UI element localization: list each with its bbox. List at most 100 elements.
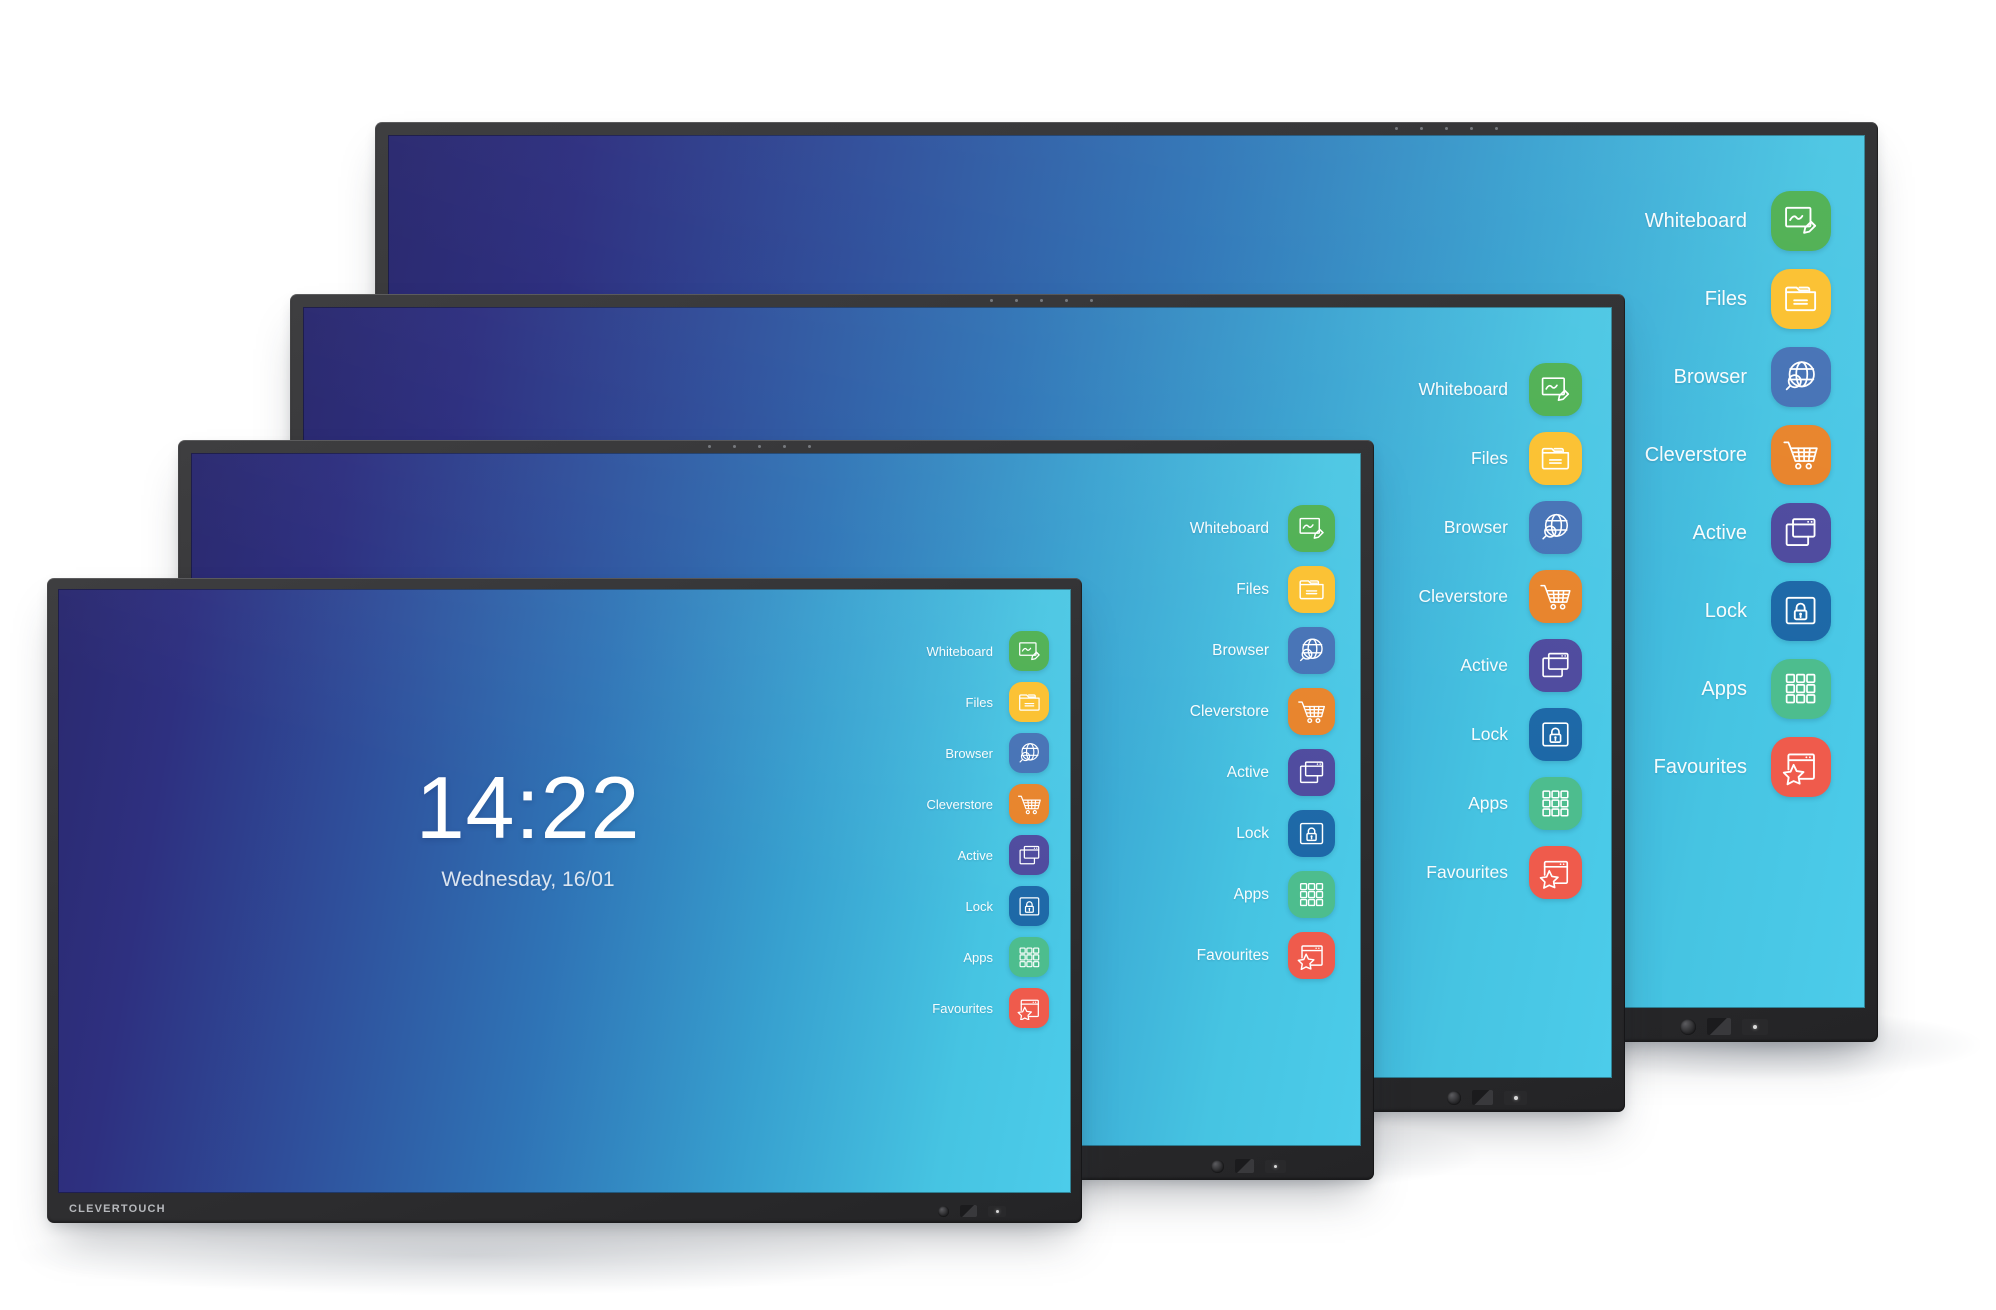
grid-apps-icon[interactable] xyxy=(1771,659,1831,719)
menu-item-lock[interactable]: Lock xyxy=(927,886,1049,926)
light-sensor-icon xyxy=(938,1205,949,1217)
menu-item-label: Apps xyxy=(1468,793,1508,813)
menu-item-files[interactable]: Files xyxy=(1419,432,1582,485)
light-sensor-icon xyxy=(1447,1090,1461,1105)
menu-item-files[interactable]: Files xyxy=(1645,269,1831,329)
power-led-icon xyxy=(995,1209,999,1213)
menu-item-cleverstore[interactable]: Cleverstore xyxy=(1190,688,1335,735)
globe-search-icon[interactable] xyxy=(1009,733,1049,773)
menu-item-browser[interactable]: Browser xyxy=(1419,501,1582,554)
menu-item-favourites[interactable]: Favourites xyxy=(927,988,1049,1028)
menu-item-active[interactable]: Active xyxy=(1190,749,1335,796)
windows-stack-icon[interactable] xyxy=(1771,503,1831,563)
menu-item-label: Favourites xyxy=(932,1000,993,1016)
menu-item-label: Favourites xyxy=(1196,946,1269,964)
menu-item-browser[interactable]: Browser xyxy=(1645,347,1831,407)
folder-icon[interactable] xyxy=(1529,432,1582,485)
menu-item-whiteboard[interactable]: Whiteboard xyxy=(927,631,1049,671)
clock-time: 14:22 xyxy=(415,758,641,857)
menu-item-favourites[interactable]: Favourites xyxy=(1645,737,1831,797)
menu-item-apps[interactable]: Apps xyxy=(1190,871,1335,918)
folder-icon[interactable] xyxy=(1771,269,1831,329)
lock-icon[interactable] xyxy=(1529,708,1582,761)
ir-receiver-icon xyxy=(1235,1159,1254,1173)
menu-item-whiteboard[interactable]: Whiteboard xyxy=(1419,363,1582,416)
power-led-icon xyxy=(1753,1024,1757,1029)
globe-search-icon[interactable] xyxy=(1529,501,1582,554)
menu-item-lock[interactable]: Lock xyxy=(1419,708,1582,761)
menu-item-active[interactable]: Active xyxy=(1419,639,1582,692)
whiteboard-icon[interactable] xyxy=(1288,505,1335,552)
menu-item-cleverstore[interactable]: Cleverstore xyxy=(1645,425,1831,485)
power-led-plate xyxy=(1504,1091,1527,1105)
menu-item-label: Browser xyxy=(1443,517,1508,537)
light-sensor-icon xyxy=(1680,1018,1696,1035)
light-sensor-icon xyxy=(1211,1159,1224,1173)
menu-item-files[interactable]: Files xyxy=(1190,566,1335,613)
menu-item-active[interactable]: Active xyxy=(927,835,1049,875)
power-led-plate xyxy=(1742,1019,1768,1035)
menu-item-favourites[interactable]: Favourites xyxy=(1419,846,1582,899)
grid-apps-icon[interactable] xyxy=(1009,937,1049,977)
lock-icon[interactable] xyxy=(1009,886,1049,926)
menu-item-browser[interactable]: Browser xyxy=(927,733,1049,773)
shopping-cart-icon[interactable] xyxy=(1771,425,1831,485)
globe-search-icon[interactable] xyxy=(1288,627,1335,674)
lock-icon[interactable] xyxy=(1771,581,1831,641)
display-front[interactable]: 14:22 Wednesday, 16/01 Whiteboard Files … xyxy=(47,578,1082,1223)
menu-item-files[interactable]: Files xyxy=(927,682,1049,722)
star-window-icon[interactable] xyxy=(1288,932,1335,979)
windows-stack-icon[interactable] xyxy=(1529,639,1582,692)
grid-apps-icon[interactable] xyxy=(1288,871,1335,918)
menu-item-cleverstore[interactable]: Cleverstore xyxy=(1419,570,1582,623)
shopping-cart-icon[interactable] xyxy=(1009,784,1049,824)
folder-icon[interactable] xyxy=(1009,682,1049,722)
shopping-cart-icon[interactable] xyxy=(1288,688,1335,735)
menu-item-active[interactable]: Active xyxy=(1645,503,1831,563)
windows-stack-icon[interactable] xyxy=(1009,835,1049,875)
folder-icon[interactable] xyxy=(1288,566,1335,613)
menu-item-label: Lock xyxy=(1236,824,1269,842)
menu-item-whiteboard[interactable]: Whiteboard xyxy=(1645,191,1831,251)
menu-item-label: Whiteboard xyxy=(1189,519,1269,537)
lockscreen-clock: 14:22 Wednesday, 16/01 xyxy=(368,764,688,892)
star-window-icon[interactable] xyxy=(1009,988,1049,1028)
grid-apps-icon[interactable] xyxy=(1529,777,1582,830)
menu-item-lock[interactable]: Lock xyxy=(1645,581,1831,641)
clock-date: Wednesday, 16/01 xyxy=(441,868,615,891)
ir-receiver-icon xyxy=(1472,1090,1493,1105)
windows-stack-icon[interactable] xyxy=(1288,749,1335,796)
screen-front[interactable]: 14:22 Wednesday, 16/01 Whiteboard Files … xyxy=(58,589,1071,1193)
power-led-plate xyxy=(988,1206,1006,1217)
menu-item-cleverstore[interactable]: Cleverstore xyxy=(927,784,1049,824)
whiteboard-icon[interactable] xyxy=(1009,631,1049,671)
menu-item-lock[interactable]: Lock xyxy=(1190,810,1335,857)
power-led-plate xyxy=(1265,1160,1286,1173)
menu-item-label: Lock xyxy=(965,898,993,914)
menu-item-label: Browser xyxy=(945,745,993,761)
bottom-sensor-cluster xyxy=(1211,1159,1286,1173)
menu-item-label: Active xyxy=(1460,655,1508,675)
menu-item-label: Cleverstore xyxy=(1189,702,1269,720)
menu-item-label: Active xyxy=(957,847,993,863)
lock-icon[interactable] xyxy=(1288,810,1335,857)
globe-search-icon[interactable] xyxy=(1771,347,1831,407)
menu-item-label: Files xyxy=(1704,287,1747,310)
menu-item-label: Active xyxy=(1692,521,1747,544)
power-led-icon xyxy=(1274,1164,1277,1168)
menu-item-favourites[interactable]: Favourites xyxy=(1190,932,1335,979)
menu-item-browser[interactable]: Browser xyxy=(1190,627,1335,674)
menu-item-apps[interactable]: Apps xyxy=(1419,777,1582,830)
whiteboard-icon[interactable] xyxy=(1771,191,1831,251)
menu-item-label: Apps xyxy=(1233,885,1269,903)
app-menu-front: Whiteboard Files Browser Cleverstore Act… xyxy=(927,631,1049,1028)
star-window-icon[interactable] xyxy=(1529,846,1582,899)
star-window-icon[interactable] xyxy=(1771,737,1831,797)
shopping-cart-icon[interactable] xyxy=(1529,570,1582,623)
whiteboard-icon[interactable] xyxy=(1529,363,1582,416)
floor-shadow-left xyxy=(20,1215,920,1295)
menu-item-label: Browser xyxy=(1673,365,1747,388)
menu-item-whiteboard[interactable]: Whiteboard xyxy=(1190,505,1335,552)
menu-item-apps[interactable]: Apps xyxy=(927,937,1049,977)
menu-item-apps[interactable]: Apps xyxy=(1645,659,1831,719)
